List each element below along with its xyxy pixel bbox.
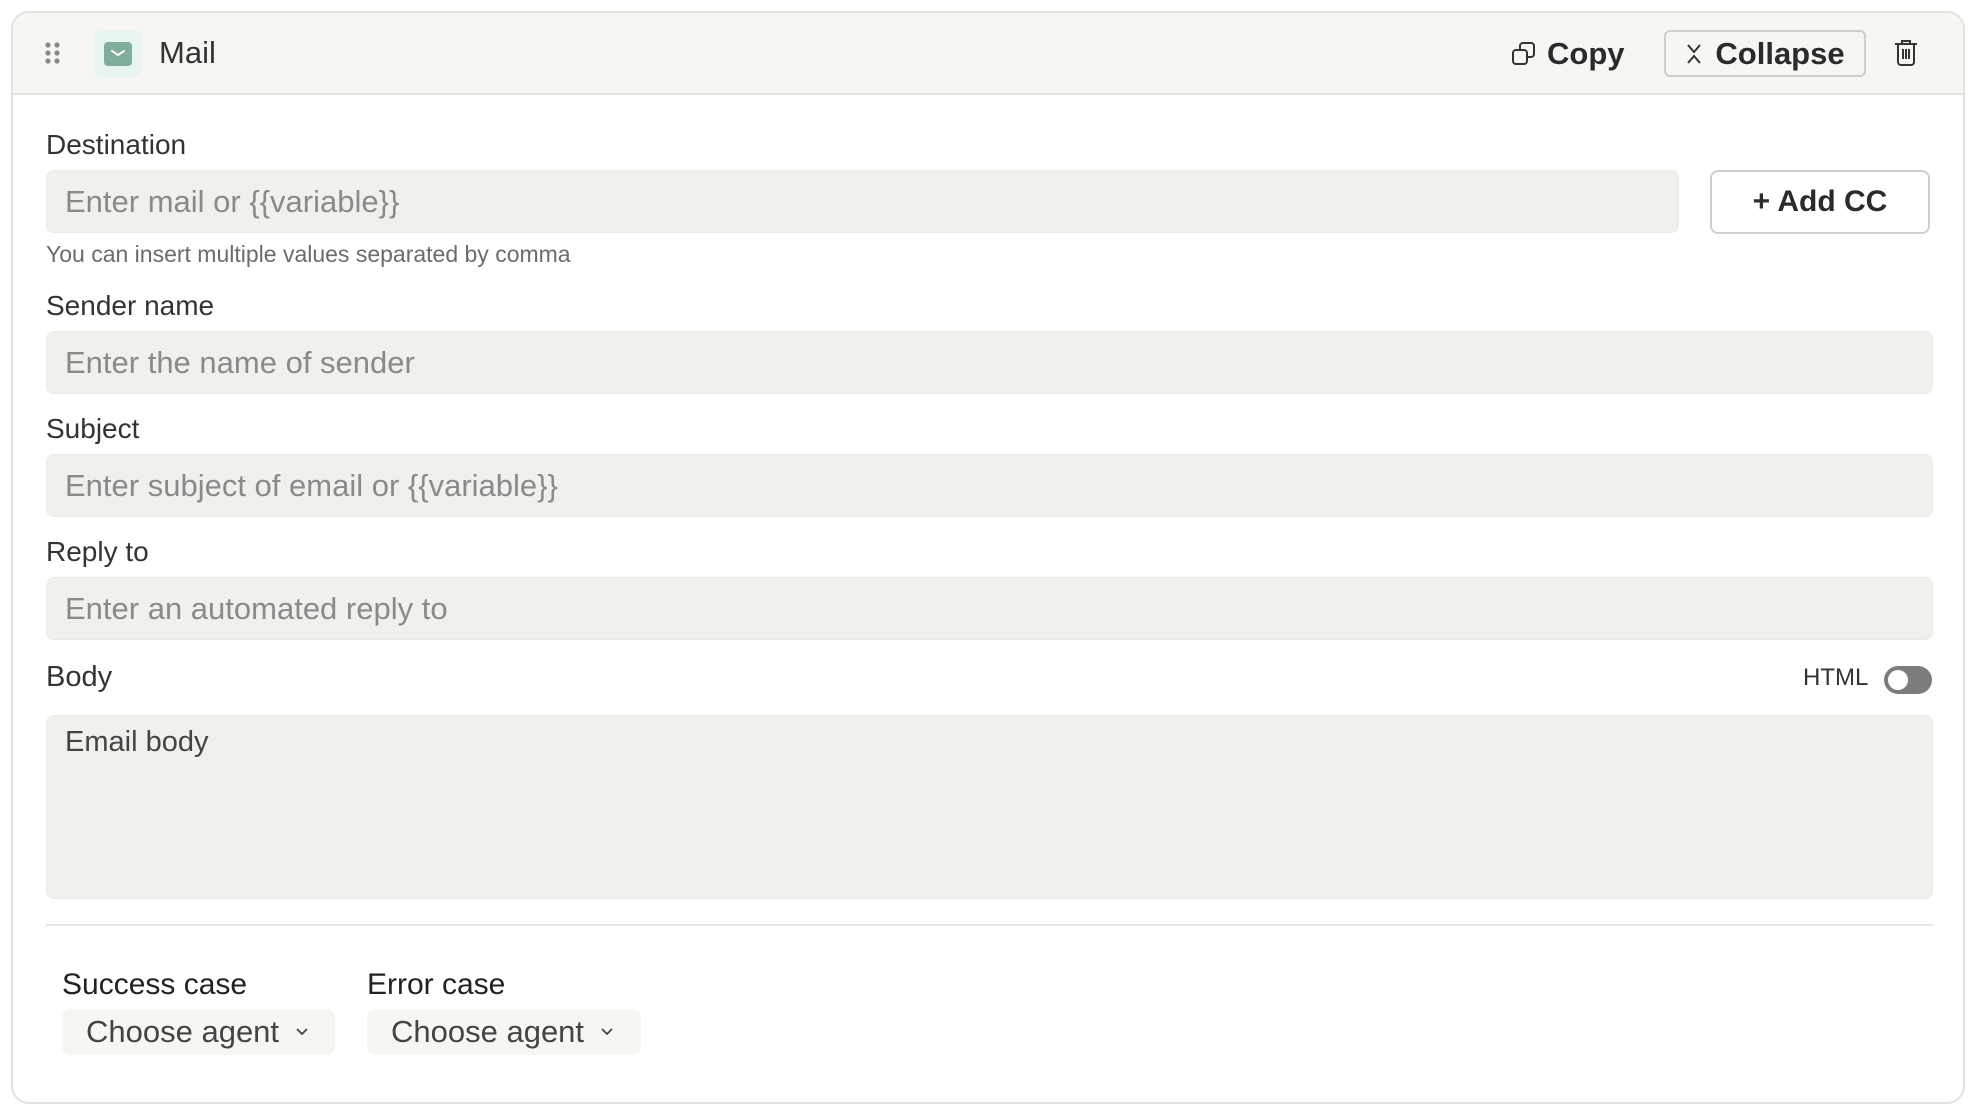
body-label: Body xyxy=(46,661,113,693)
copy-icon xyxy=(1512,42,1535,65)
drag-handle-icon[interactable] xyxy=(43,41,63,65)
collapse-button[interactable]: Collapse xyxy=(1664,30,1866,77)
destination-input[interactable]: Enter mail or {{variable}} xyxy=(46,170,1679,233)
body-textarea[interactable]: Email body xyxy=(46,715,1933,899)
mail-icon xyxy=(94,30,142,78)
card-header: Mail Copy Collapse xyxy=(13,13,1963,95)
success-agent-value: Choose agent xyxy=(86,1014,280,1049)
copy-label: Copy xyxy=(1547,36,1625,71)
toggle-knob xyxy=(1888,670,1908,690)
chevron-down-icon xyxy=(296,1028,308,1036)
success-case-label: Success case xyxy=(62,968,248,1001)
subject-input[interactable]: Enter subject of email or {{variable}} xyxy=(46,454,1933,517)
reply-to-label: Reply to xyxy=(46,536,149,567)
add-cc-button[interactable]: + Add CC xyxy=(1710,170,1930,234)
destination-helper: You can insert multiple values separated… xyxy=(46,241,571,267)
subject-label: Subject xyxy=(46,413,140,444)
destination-label: Destination xyxy=(46,129,187,160)
error-agent-value: Choose agent xyxy=(391,1014,585,1049)
reply-to-input[interactable]: Enter an automated reply to xyxy=(46,577,1933,640)
sender-label: Sender name xyxy=(46,290,215,321)
trash-icon[interactable] xyxy=(1893,38,1919,68)
card-title: Mail xyxy=(159,35,216,70)
error-case-label: Error case xyxy=(367,968,506,1001)
sender-input[interactable]: Enter the name of sender xyxy=(46,331,1933,394)
error-agent-dropdown[interactable]: Choose agent xyxy=(367,1009,641,1055)
chevron-down-icon xyxy=(601,1028,613,1036)
mail-node-card: Mail Copy Collapse Destination Enter mai… xyxy=(11,11,1965,1104)
collapse-icon xyxy=(1687,43,1702,64)
copy-button[interactable]: Copy xyxy=(1511,31,1625,77)
html-toggle-label: HTML xyxy=(1803,664,1869,691)
collapse-label: Collapse xyxy=(1715,35,1845,71)
success-agent-dropdown[interactable]: Choose agent xyxy=(62,1009,335,1055)
html-toggle[interactable] xyxy=(1884,666,1932,694)
divider xyxy=(46,924,1933,926)
